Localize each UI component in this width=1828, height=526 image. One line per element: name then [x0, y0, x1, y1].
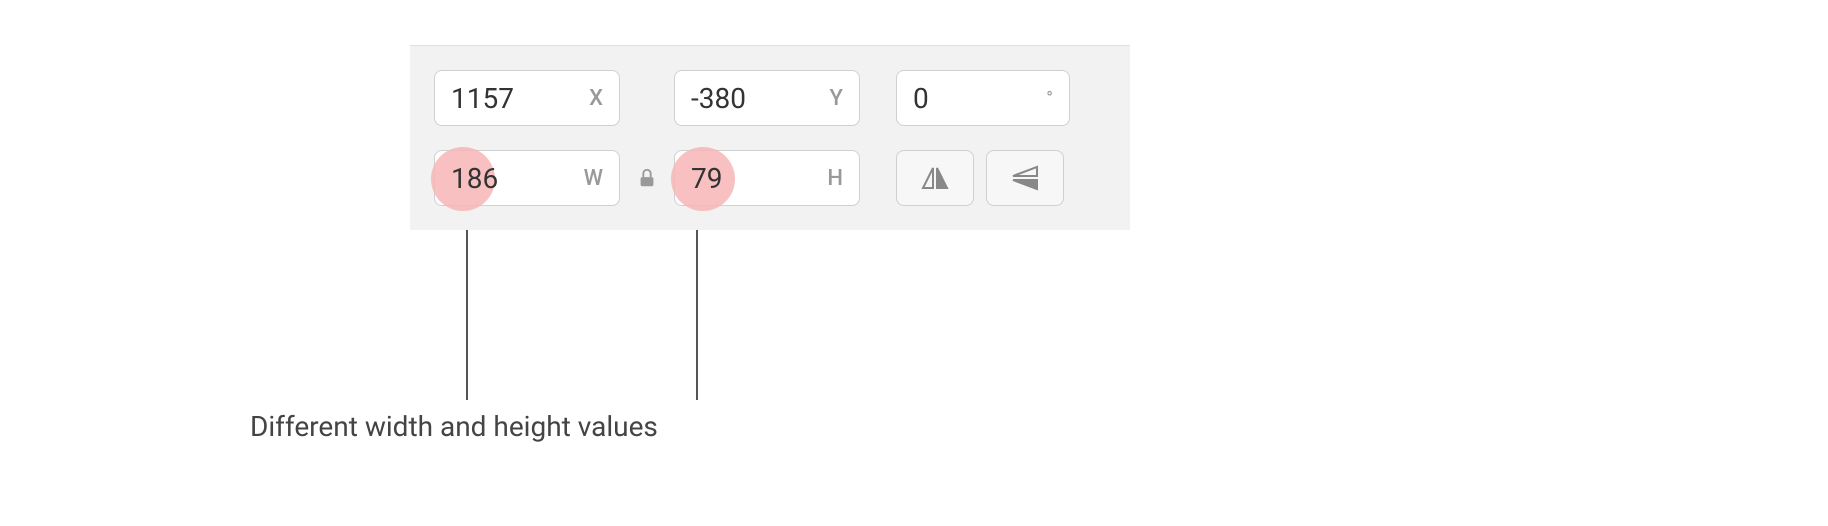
rotation-input[interactable]: [913, 82, 1038, 115]
flip-horizontal-button[interactable]: [896, 150, 974, 206]
flip-vertical-icon: [1009, 164, 1041, 192]
degree-label: °: [1046, 88, 1053, 109]
x-field[interactable]: X: [434, 70, 620, 126]
y-label: Y: [830, 86, 843, 111]
flip-horizontal-icon: [919, 164, 951, 192]
y-field[interactable]: Y: [674, 70, 860, 126]
lock-icon[interactable]: [636, 167, 658, 189]
height-field[interactable]: H: [674, 150, 860, 206]
width-label: W: [584, 166, 603, 191]
width-input[interactable]: [451, 162, 576, 195]
transform-panel: X Y ° W: [410, 45, 1130, 230]
size-row: W H: [434, 150, 1106, 206]
flip-vertical-button[interactable]: [986, 150, 1064, 206]
position-row: X Y °: [434, 70, 1106, 126]
rotation-field[interactable]: °: [896, 70, 1070, 126]
callout-line-height: [696, 230, 698, 400]
height-input[interactable]: [691, 162, 819, 195]
width-field[interactable]: W: [434, 150, 620, 206]
x-input[interactable]: [451, 82, 581, 115]
callout-line-width: [466, 230, 468, 400]
y-input[interactable]: [691, 82, 822, 115]
height-label: H: [827, 166, 843, 191]
flip-button-group: [896, 150, 1064, 206]
x-label: X: [589, 86, 603, 111]
caption-text: Different width and height values: [250, 410, 658, 443]
